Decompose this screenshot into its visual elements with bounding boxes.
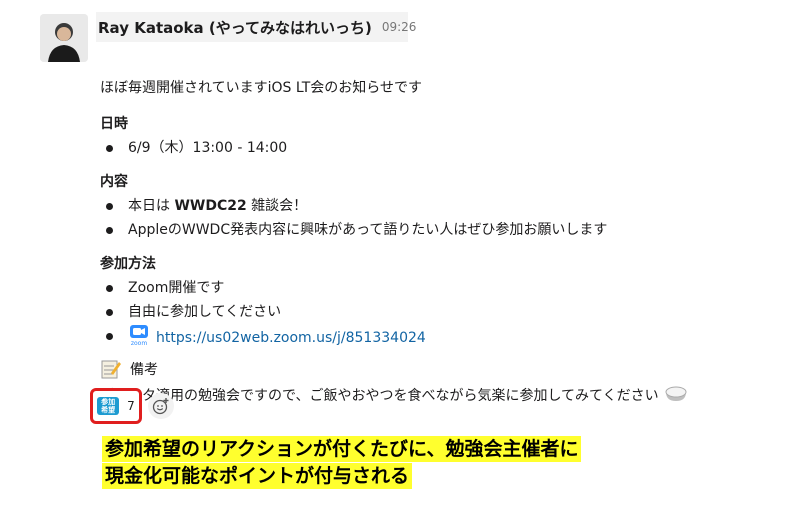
- avatar[interactable]: [40, 14, 88, 62]
- emoji-text-line2: 希望: [101, 406, 116, 414]
- zoom-icon: zoom: [128, 324, 150, 347]
- list-item: 自由に参加してください: [100, 300, 760, 324]
- message-body: ほぼ毎週開催されていますiOS LT会のお知らせです 日時 6/9（木）13:0…: [100, 78, 760, 408]
- list-item: 6/9（木）13:00 - 14:00: [100, 136, 760, 160]
- annotation-line-2: 現金化可能なポイントが付与される: [102, 463, 413, 489]
- reactions-bar: 参加 希望 7: [90, 388, 174, 424]
- add-reaction-button[interactable]: [148, 393, 174, 419]
- section-heading-join: 参加方法: [100, 256, 156, 272]
- intro-text: ほぼ毎週開催されていますiOS LT会のお知らせです: [100, 80, 422, 96]
- reaction-sanka-kibou[interactable]: 参加 希望 7: [90, 388, 142, 424]
- annotation-line-1: 参加希望のリアクションが付くたびに、勉強会主催者に: [102, 436, 582, 462]
- datetime-list: 6/9（木）13:00 - 14:00: [100, 136, 760, 160]
- section-heading-content: 内容: [100, 174, 128, 190]
- zoom-label: zoom: [131, 340, 147, 346]
- timestamp[interactable]: 09:26: [382, 20, 417, 34]
- memo-heading: 備考: [130, 362, 158, 378]
- content-prefix: 本日は: [128, 198, 175, 214]
- memo-heading-row: 備考: [100, 358, 760, 380]
- author-name[interactable]: Ray Kataoka (やってみなはれいっち): [98, 17, 372, 38]
- join-list: Zoom開催です 自由に参加してください zoom https://us02we…: [100, 276, 760, 350]
- content-suffix: 雑談会！: [246, 198, 308, 214]
- list-item: zoom https://us02web.zoom.us/j/851334024: [100, 324, 760, 350]
- zoom-link[interactable]: https://us02web.zoom.us/j/851334024: [156, 330, 426, 346]
- reaction-count: 7: [127, 399, 135, 413]
- message-header: Ray Kataoka (やってみなはれいっち) 09:26: [96, 12, 416, 42]
- emoji-text-line1: 参加: [101, 398, 116, 406]
- slack-message: Ray Kataoka (やってみなはれいっち) 09:26 ほぼ毎週開催されて…: [0, 0, 800, 508]
- content-bold: WWDC22: [174, 198, 247, 214]
- memo-text-row: ぱくスタ適用の勉強会ですので、ご飯やおやつを食べながら気楽に参加してみてください: [100, 384, 760, 408]
- add-emoji-icon: [152, 398, 169, 415]
- memo-icon: [100, 358, 122, 380]
- memo-text: ぱくスタ適用の勉強会ですので、ご飯やおやつを食べながら気楽に参加してみてください: [100, 388, 659, 404]
- sanka-kibou-emoji: 参加 希望: [97, 397, 120, 415]
- list-item: Zoom開催です: [100, 276, 760, 300]
- rice-bowl-icon: [665, 384, 687, 408]
- content-list: 本日は WWDC22 雑談会！ AppleのWWDC発表内容に興味があって語りた…: [100, 194, 760, 242]
- list-item: AppleのWWDC発表内容に興味があって語りたい人はぜひ参加お願いします: [100, 218, 760, 242]
- list-item: 本日は WWDC22 雑談会！: [100, 194, 760, 218]
- section-heading-datetime: 日時: [100, 116, 128, 132]
